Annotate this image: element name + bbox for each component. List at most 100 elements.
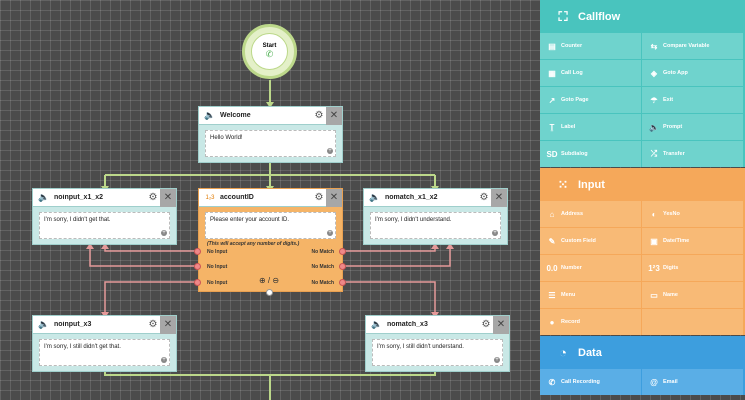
section-header-data[interactable]: ◔ Data — [540, 336, 745, 369]
gear-icon[interactable]: ⚙ — [312, 110, 326, 121]
palette-item-label: Counter — [561, 43, 583, 49]
callflow-section: ⛶ Callflow ▤ Counter ⇆ Compare Variable ▦ Call… — [540, 0, 745, 167]
palette-item-input[interactable]: 1²3 Digits — [642, 255, 743, 281]
palette-item-input[interactable]: ◐ YesNo — [642, 201, 743, 227]
palette-item-callflow[interactable]: ⇆ Compare Variable — [642, 33, 743, 59]
palette-item-input[interactable]: ⌂ Address — [540, 201, 641, 227]
close-icon[interactable]: ✕ — [160, 188, 176, 207]
pie-chart-icon: ◔ — [559, 345, 567, 360]
gear-icon[interactable]: ⚙ — [477, 192, 491, 203]
component-palette: ⛶ Callflow ▤ Counter ⇆ Compare Variable ▦ Call… — [540, 0, 745, 400]
flow-canvas[interactable]: Start ✆ 🔈 Welcome ⚙ ✕ Hello World! + 🔈 noinpu… — [0, 0, 540, 400]
palette-item-input — [642, 309, 743, 335]
add-icon[interactable]: + — [161, 230, 167, 236]
node-prompt-text[interactable]: I'm sorry, I still didn't understand. + — [372, 339, 503, 366]
palette-item-input[interactable]: ☰ Menu — [540, 282, 641, 308]
node-title: accountID — [220, 194, 254, 201]
palette-item-callflow[interactable]: ☂ Exit — [642, 87, 743, 113]
palette-item-callflow[interactable]: ↗ Goto Page — [540, 87, 641, 113]
transfer-icon: ⤮ — [650, 149, 658, 158]
exit-icon: ☂ — [650, 95, 658, 105]
node-prompt-text[interactable]: I'm sorry, I still didn't get that. + — [39, 339, 170, 366]
palette-item-input[interactable]: ✎ Custom Field — [540, 228, 641, 254]
input-section: ⁙ Input ⌂ Address ◐ YesNo ✎ Custom Field ▣ Date/… — [540, 168, 745, 335]
palette-item-label: YesNo — [663, 211, 680, 217]
menu-icon: ☰ — [548, 290, 556, 300]
palette-item-input[interactable]: ▭ Name — [642, 282, 743, 308]
call-recording-icon: ✆ — [548, 377, 556, 387]
palette-item-label: Date/Time — [663, 238, 690, 244]
node-title: nomatch_x3 — [387, 321, 428, 328]
palette-item-input[interactable]: ▣ Date/Time — [642, 228, 743, 254]
palette-item-data[interactable]: ✆ Call Recording — [540, 369, 641, 395]
port-dot[interactable] — [194, 248, 201, 255]
node-nomatch-x1-x2[interactable]: 🔈 nomatch_x1_x2 ⚙ ✕ I'm sorry, I didn't und… — [363, 188, 508, 245]
record-icon: ● — [549, 317, 555, 327]
gear-icon[interactable]: ⚙ — [146, 319, 160, 330]
palette-item-label: Goto App — [663, 70, 688, 76]
node-accountid[interactable]: 1₂3 accountID ⚙ ✕ Please enter your account… — [198, 188, 343, 292]
add-icon[interactable]: + — [492, 230, 498, 236]
close-icon[interactable]: ✕ — [493, 315, 509, 334]
add-icon[interactable]: + — [327, 148, 333, 154]
gear-icon[interactable]: ⚙ — [146, 192, 160, 203]
node-noinput-x1-x2[interactable]: 🔈 noinput_x1_x2 ⚙ ✕ I'm sorry, I didn't get… — [32, 188, 177, 245]
add-icon[interactable]: + — [327, 230, 333, 236]
port-label: No Input — [207, 249, 228, 255]
close-icon[interactable]: ✕ — [491, 188, 507, 207]
node-welcome[interactable]: 🔈 Welcome ⚙ ✕ Hello World! + — [198, 106, 343, 163]
palette-item-input[interactable]: ● Record — [540, 309, 641, 335]
node-prompt-text[interactable]: I'm sorry, I didn't get that. + — [39, 212, 170, 239]
palette-item-label: Exit — [663, 97, 674, 103]
digits-icon: 1₂3 — [205, 194, 215, 201]
palette-item-label: Goto Page — [561, 97, 589, 103]
palette-item-data[interactable]: @ Email — [642, 369, 743, 395]
close-icon[interactable]: ✕ — [326, 188, 342, 207]
palette-item-callflow[interactable]: ⤮ Transfer — [642, 141, 743, 167]
palette-item-input[interactable]: 0.0 Number — [540, 255, 641, 281]
palette-item-label: Digits — [663, 265, 679, 271]
palette-item-label: Name — [663, 292, 678, 298]
palette-item-label: Subdialog — [561, 151, 588, 157]
port-dot[interactable] — [339, 279, 346, 286]
callflow-icon: ⛶ — [558, 8, 568, 24]
gear-icon[interactable]: ⚙ — [312, 192, 326, 203]
palette-item-label: Prompt — [663, 124, 683, 130]
node-prompt-text[interactable]: Hello World! + — [205, 130, 336, 157]
palette-item-callflow[interactable]: 🔈 Prompt — [642, 114, 743, 140]
node-nomatch-x3[interactable]: 🔈 nomatch_x3 ⚙ ✕ I'm sorry, I still didn't … — [365, 315, 510, 372]
add-icon[interactable]: + — [494, 357, 500, 363]
section-header-callflow[interactable]: ⛶ Callflow — [540, 0, 745, 33]
port-dot[interactable] — [339, 263, 346, 270]
port-label: No Match — [311, 249, 335, 255]
close-icon[interactable]: ✕ — [326, 106, 342, 125]
gear-icon[interactable]: ⚙ — [479, 319, 493, 330]
start-node[interactable]: Start ✆ — [242, 24, 297, 79]
node-noinput-x3[interactable]: 🔈 noinput_x3 ⚙ ✕ I'm sorry, I still didn't … — [32, 315, 177, 372]
output-port[interactable] — [266, 289, 273, 296]
add-remove-controls[interactable]: ⊕ / ⊖ — [259, 276, 279, 285]
palette-item-label: Transfer — [663, 151, 685, 157]
label-icon: Ṯ — [549, 122, 555, 132]
number-icon: 0.0 — [546, 263, 558, 273]
palette-item-callflow[interactable]: ▦ Call Log — [540, 60, 641, 86]
node-prompt-text[interactable]: I'm sorry, I didn't understand. + — [370, 212, 501, 239]
add-icon[interactable]: + — [161, 357, 167, 363]
digits-icon: 1²3 — [648, 263, 660, 273]
node-prompt-text[interactable]: Please enter your account ID. + — [205, 212, 336, 239]
palette-item-label: Compare Variable — [663, 43, 710, 49]
speaker-icon: 🔈 — [369, 192, 381, 202]
port-dot[interactable] — [339, 248, 346, 255]
palette-item-callflow[interactable]: ◈ Goto App — [642, 60, 743, 86]
palette-item-callflow[interactable]: SD Subdialog — [540, 141, 641, 167]
close-icon[interactable]: ✕ — [160, 315, 176, 334]
port-dot[interactable] — [194, 279, 201, 286]
section-header-input[interactable]: ⁙ Input — [540, 168, 745, 201]
node-title: nomatch_x1_x2 — [385, 194, 438, 201]
grid-dots-icon: ⁙ — [557, 176, 569, 192]
palette-item-label: Number — [561, 265, 582, 271]
palette-item-callflow[interactable]: ▤ Counter — [540, 33, 641, 59]
port-dot[interactable] — [194, 263, 201, 270]
toggle-icon: ◐ — [651, 209, 657, 219]
palette-item-callflow[interactable]: Ṯ Label — [540, 114, 641, 140]
